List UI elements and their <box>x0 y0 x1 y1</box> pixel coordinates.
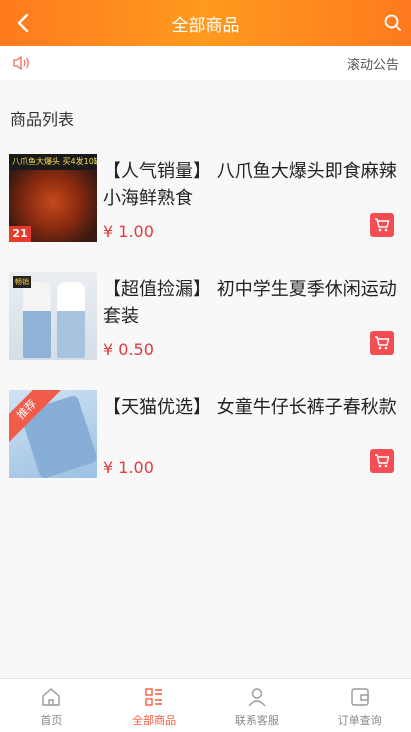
product-thumbnail[interactable]: 畅销 <box>9 272 97 360</box>
wallet-icon <box>350 688 369 706</box>
cart-icon <box>375 218 390 232</box>
announcement-bar: 滚动公告 <box>0 46 411 80</box>
product-price: ¥ 1.00 <box>103 458 154 477</box>
bottom-tab-bar: 首页 全部商品 联系客服 订单查询 <box>0 678 411 732</box>
product-card[interactable]: 畅销 【超值捡漏】 初中学生夏季休闲运动套装 ¥ 0.50 <box>0 260 411 378</box>
product-name[interactable]: 【超值捡漏】 初中学生夏季休闲运动套装 <box>103 276 401 330</box>
add-to-cart-button[interactable] <box>370 449 394 473</box>
home-icon <box>42 688 61 706</box>
product-name[interactable]: 【天猫优选】 女童牛仔长裤子春秋款 <box>103 394 401 448</box>
thumbnail-caption: 八爪鱼大爆头 买4发10罐 <box>12 157 97 166</box>
product-thumbnail[interactable]: 推荐 <box>9 390 97 478</box>
tab-label: 联系客服 <box>234 714 279 727</box>
tab-label: 首页 <box>40 714 63 727</box>
tab-order-query[interactable]: 订单查询 <box>308 679 411 732</box>
top-bar: 全部商品 <box>0 0 411 46</box>
tab-label: 订单查询 <box>337 714 382 727</box>
add-to-cart-button[interactable] <box>370 213 394 237</box>
thumbnail-badge: 21 <box>9 226 31 242</box>
page-title: 全部商品 <box>171 15 240 36</box>
product-card[interactable]: 推荐 【天猫优选】 女童牛仔长裤子春秋款 ¥ 1.00 <box>0 378 411 496</box>
speaker-icon <box>13 55 29 71</box>
product-thumbnail[interactable]: 八爪鱼大爆头 买4发10罐 21 <box>9 154 97 242</box>
cart-icon <box>375 336 390 350</box>
tab-label: 全部商品 <box>132 714 177 727</box>
product-card[interactable]: 八爪鱼大爆头 买4发10罐 21 【人气销量】 八爪鱼大爆头即食麻辣小海鲜熟食 … <box>0 142 411 260</box>
scrolling-notice[interactable]: 滚动公告 <box>347 54 399 73</box>
product-price: ¥ 0.50 <box>103 340 154 359</box>
add-to-cart-button[interactable] <box>370 331 394 355</box>
product-price: ¥ 1.00 <box>103 222 154 241</box>
product-name[interactable]: 【人气销量】 八爪鱼大爆头即食麻辣小海鲜熟食 <box>103 158 401 212</box>
product-list-title: 商品列表 <box>10 110 75 129</box>
list-icon <box>145 688 163 706</box>
tab-customer-service[interactable]: 联系客服 <box>206 679 309 732</box>
cart-icon <box>375 454 390 468</box>
user-icon <box>248 688 266 707</box>
chevron-left-icon[interactable] <box>12 11 36 35</box>
tab-all-products[interactable]: 全部商品 <box>103 679 206 732</box>
thumbnail-caption: 畅销 <box>13 276 31 288</box>
tab-home[interactable]: 首页 <box>0 679 103 732</box>
search-icon[interactable] <box>383 13 403 33</box>
